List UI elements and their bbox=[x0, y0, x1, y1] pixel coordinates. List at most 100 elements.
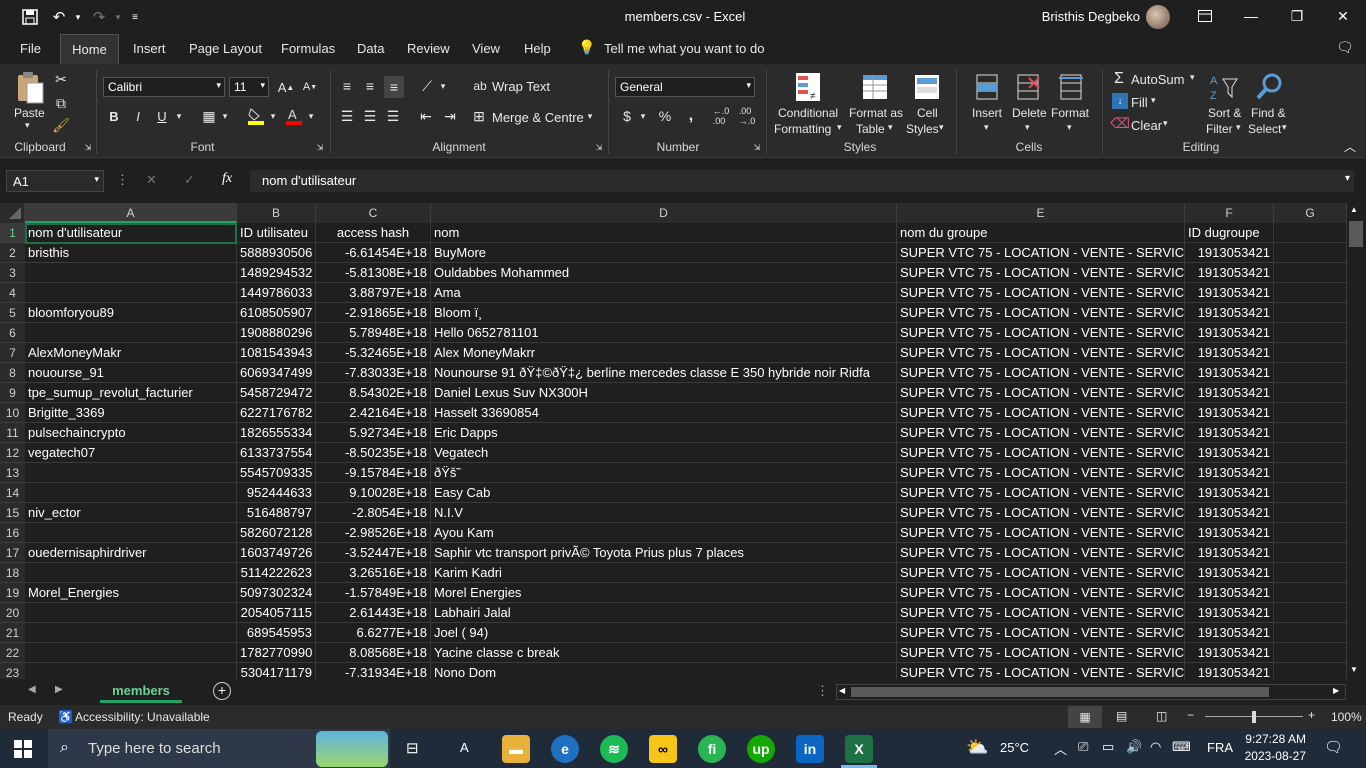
row-header[interactable]: 10 bbox=[0, 403, 25, 423]
row-header[interactable]: 18 bbox=[0, 563, 25, 583]
cell-f12[interactable]: 1913053421 bbox=[1185, 443, 1274, 463]
cell-c7[interactable]: -5.32465E+18 bbox=[316, 343, 431, 363]
cell-b18[interactable]: 5114222623 bbox=[237, 563, 316, 583]
cell-c10[interactable]: 2.42164E+18 bbox=[316, 403, 431, 423]
cell-b3[interactable]: 1489294532 bbox=[237, 263, 316, 283]
conditional-formatting-icon[interactable]: ≠ bbox=[793, 70, 823, 104]
cell-d22[interactable]: Yacine classe c break bbox=[431, 643, 897, 663]
cell-g20[interactable] bbox=[1274, 603, 1347, 623]
column-header-f[interactable]: F bbox=[1185, 203, 1274, 223]
cell-g18[interactable] bbox=[1274, 563, 1347, 583]
cell-e18[interactable]: SUPER VTC 75 - LOCATION - VENTE - SERVIC… bbox=[897, 563, 1185, 583]
cell-a20[interactable] bbox=[25, 603, 237, 623]
sort-filter-label-2[interactable]: Filter bbox=[1206, 122, 1233, 136]
cell-b7[interactable]: 1081543943 bbox=[237, 343, 316, 363]
chevron-down-icon[interactable]: ▾ bbox=[1067, 122, 1072, 133]
cut-icon[interactable]: ✂ bbox=[52, 70, 70, 88]
cell-e3[interactable]: SUPER VTC 75 - LOCATION - VENTE - SERVIC… bbox=[897, 263, 1185, 283]
cell-d2[interactable]: BuyMore bbox=[431, 243, 897, 263]
cell-f20[interactable]: 1913053421 bbox=[1185, 603, 1274, 623]
cell-b5[interactable]: 6108505907 bbox=[237, 303, 316, 323]
cell-g14[interactable] bbox=[1274, 483, 1347, 503]
battery-icon[interactable]: ▭ bbox=[1102, 739, 1114, 755]
row-header[interactable]: 19 bbox=[0, 583, 25, 603]
find-select-label-2[interactable]: Select bbox=[1248, 122, 1281, 136]
cell-e1[interactable]: nom du groupe bbox=[897, 223, 1185, 243]
cell-a11[interactable]: pulsechaincrypto bbox=[25, 423, 237, 443]
paste-label[interactable]: Paste bbox=[14, 106, 45, 120]
find-select-label[interactable]: Find & bbox=[1251, 106, 1286, 120]
chevron-down-icon[interactable]: ▾ bbox=[638, 108, 648, 124]
cell-c18[interactable]: 3.26516E+18 bbox=[316, 563, 431, 583]
cell-b17[interactable]: 1603749726 bbox=[237, 543, 316, 563]
spotify-icon[interactable]: ≋ bbox=[600, 735, 628, 763]
column-header-d[interactable]: D bbox=[431, 203, 897, 223]
undo-icon[interactable]: ↶ bbox=[48, 6, 70, 28]
cell-f22[interactable]: 1913053421 bbox=[1185, 643, 1274, 663]
avatar[interactable] bbox=[1146, 5, 1170, 29]
cell-c14[interactable]: 9.10028E+18 bbox=[316, 483, 431, 503]
row-header[interactable]: 14 bbox=[0, 483, 25, 503]
cell-b1[interactable]: ID utilisateu bbox=[237, 223, 316, 243]
cell-f10[interactable]: 1913053421 bbox=[1185, 403, 1274, 423]
find-select-icon[interactable] bbox=[1254, 70, 1284, 104]
cell-f14[interactable]: 1913053421 bbox=[1185, 483, 1274, 503]
orientation-icon[interactable]: ⟋ bbox=[417, 76, 437, 96]
cell-f3[interactable]: 1913053421 bbox=[1185, 263, 1274, 283]
save-icon[interactable] bbox=[18, 6, 42, 28]
cell-e2[interactable]: SUPER VTC 75 - LOCATION - VENTE - SERVIC… bbox=[897, 243, 1185, 263]
cell-c20[interactable]: 2.61443E+18 bbox=[316, 603, 431, 623]
column-header-c[interactable]: C bbox=[316, 203, 431, 223]
cell-e19[interactable]: SUPER VTC 75 - LOCATION - VENTE - SERVIC… bbox=[897, 583, 1185, 603]
cell-d17[interactable]: Saphir vtc transport privÃ© Toyota Prius… bbox=[431, 543, 897, 563]
cell-e16[interactable]: SUPER VTC 75 - LOCATION - VENTE - SERVIC… bbox=[897, 523, 1185, 543]
row-header[interactable]: 5 bbox=[0, 303, 25, 323]
alignment-launcher-icon[interactable]: ⇲ bbox=[594, 142, 604, 152]
cell-a9[interactable]: tpe_sumup_revolut_facturier bbox=[25, 383, 237, 403]
underline-button[interactable]: U bbox=[153, 106, 171, 126]
vertical-scroll-thumb[interactable] bbox=[1349, 221, 1363, 247]
sort-filter-icon[interactable]: AZ bbox=[1208, 70, 1240, 104]
cell-e10[interactable]: SUPER VTC 75 - LOCATION - VENTE - SERVIC… bbox=[897, 403, 1185, 423]
cell-g6[interactable] bbox=[1274, 323, 1347, 343]
redo-icon[interactable]: ↷ bbox=[88, 6, 110, 28]
conditional-formatting-label-2[interactable]: Formatting bbox=[774, 122, 831, 136]
wrap-text-button[interactable]: Wrap Text bbox=[492, 79, 550, 94]
cell-b10[interactable]: 6227176782 bbox=[237, 403, 316, 423]
cell-e11[interactable]: SUPER VTC 75 - LOCATION - VENTE - SERVIC… bbox=[897, 423, 1185, 443]
next-sheet-icon[interactable]: ▶ bbox=[55, 684, 63, 695]
conditional-formatting-label[interactable]: Conditional bbox=[778, 106, 838, 120]
cell-g23[interactable] bbox=[1274, 663, 1347, 679]
cell-g7[interactable] bbox=[1274, 343, 1347, 363]
cell-b23[interactable]: 5304171179 bbox=[237, 663, 316, 679]
more-options-icon[interactable]: ⋮ bbox=[116, 172, 129, 188]
font-name-select[interactable]: Calibri ▾ bbox=[103, 77, 225, 97]
user-name[interactable]: Bristhis Degbeko bbox=[1000, 9, 1140, 24]
cell-d9[interactable]: Daniel Lexus Suv NX300H bbox=[431, 383, 897, 403]
eraser-icon[interactable]: ⌫ bbox=[1110, 115, 1130, 131]
collapse-ribbon-icon[interactable]: ︿ bbox=[1340, 138, 1360, 154]
cell-d5[interactable]: Bloom ï¸ bbox=[431, 303, 897, 323]
cell-b13[interactable]: 5545709335 bbox=[237, 463, 316, 483]
task-view-icon[interactable]: ⊟ bbox=[406, 739, 419, 757]
cell-f19[interactable]: 1913053421 bbox=[1185, 583, 1274, 603]
font-launcher-icon[interactable]: ⇲ bbox=[315, 142, 325, 152]
sort-filter-label[interactable]: Sort & bbox=[1208, 106, 1241, 120]
keyboard-icon[interactable]: ⌨ bbox=[1172, 739, 1191, 755]
cell-e22[interactable]: SUPER VTC 75 - LOCATION - VENTE - SERVIC… bbox=[897, 643, 1185, 663]
cell-f11[interactable]: 1913053421 bbox=[1185, 423, 1274, 443]
cell-d13[interactable]: ðŸš˜ bbox=[431, 463, 897, 483]
cell-a19[interactable]: Morel_Energies bbox=[25, 583, 237, 603]
chevron-down-icon[interactable]: ▾ bbox=[1190, 72, 1195, 83]
cell-e8[interactable]: SUPER VTC 75 - LOCATION - VENTE - SERVIC… bbox=[897, 363, 1185, 383]
increase-font-icon[interactable]: A ▲ bbox=[276, 77, 296, 97]
horizontal-scrollbar[interactable]: ◀ ▶ bbox=[836, 684, 1346, 700]
cell-g2[interactable] bbox=[1274, 243, 1347, 263]
cell-c19[interactable]: -1.57849E+18 bbox=[316, 583, 431, 603]
weather-icon[interactable]: ⛅ bbox=[966, 737, 988, 758]
comments-icon[interactable]: 🗨 bbox=[1336, 39, 1354, 56]
cell-c23[interactable]: -7.31934E+18 bbox=[316, 663, 431, 679]
font-color-icon[interactable]: A bbox=[284, 106, 304, 126]
cell-b12[interactable]: 6133737554 bbox=[237, 443, 316, 463]
row-header[interactable]: 17 bbox=[0, 543, 25, 563]
